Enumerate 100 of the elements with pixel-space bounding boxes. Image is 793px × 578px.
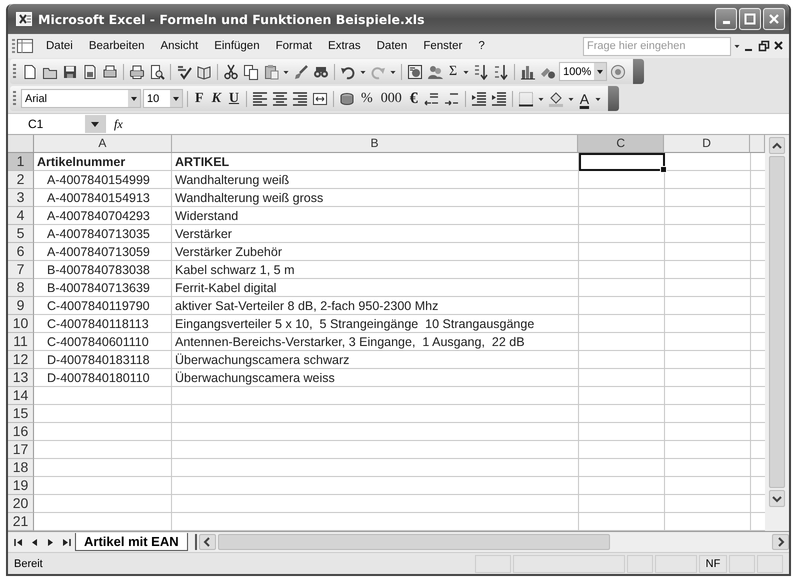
- clipboard-icon[interactable]: [262, 64, 280, 80]
- menu-item[interactable]: ?: [471, 38, 492, 54]
- scroll-right-icon[interactable]: [772, 534, 789, 550]
- table-cell-text: Artikelnummer: [36, 155, 126, 169]
- table-cell-text: Ferrit-Kabel digital: [174, 281, 276, 295]
- row-header[interactable]: 5: [8, 225, 34, 243]
- menu-item[interactable]: Format: [268, 38, 320, 54]
- row-header[interactable]: 14: [8, 387, 34, 405]
- paint-bucket-icon[interactable]: [546, 90, 565, 106]
- scroll-thumb[interactable]: [769, 156, 785, 488]
- horizontal-scrollbar[interactable]: [194, 534, 789, 550]
- sort-ascending-icon[interactable]: [472, 64, 490, 80]
- people-icon[interactable]: [426, 64, 444, 80]
- column-header[interactable]: A: [34, 135, 172, 153]
- scroll-left-icon[interactable]: [198, 534, 216, 550]
- scroll-up-icon[interactable]: [769, 137, 785, 154]
- table-cell-text: Wandhalterung weiß gross: [174, 191, 324, 205]
- row-header[interactable]: 2: [8, 171, 34, 189]
- scissors-icon[interactable]: [222, 64, 240, 80]
- active-cell-frame[interactable]: [579, 153, 665, 171]
- row-header[interactable]: 15: [8, 405, 34, 423]
- name-box[interactable]: C1: [10, 115, 106, 133]
- row-header[interactable]: 11: [8, 333, 34, 351]
- merge-cells-icon[interactable]: [311, 90, 330, 106]
- outdent-icon[interactable]: [470, 90, 488, 106]
- toolbar-button[interactable]: 000: [378, 88, 405, 108]
- row-header[interactable]: 21: [8, 513, 34, 531]
- magnifier-page-icon[interactable]: [148, 64, 166, 80]
- maximize-icon: [744, 13, 756, 25]
- row-header[interactable]: 6: [8, 243, 34, 261]
- spell-check-icon[interactable]: [175, 64, 193, 80]
- minimize-button[interactable]: [715, 8, 737, 30]
- underline-button[interactable]: U: [226, 88, 242, 108]
- row-header[interactable]: 17: [8, 441, 34, 459]
- row-header[interactable]: 9: [8, 297, 34, 315]
- menu-item[interactable]: Datei: [39, 38, 80, 54]
- align-left-icon[interactable]: [251, 90, 270, 106]
- scroll-thumb[interactable]: [218, 534, 610, 550]
- help-search-field[interactable]: Frage hier eingehen: [583, 36, 731, 56]
- increase-decimal-icon[interactable]: [422, 90, 441, 106]
- row-header[interactable]: 16: [8, 423, 34, 441]
- menu-item[interactable]: Bearbeiten: [82, 38, 152, 54]
- row-header[interactable]: 1: [8, 153, 34, 171]
- decrease-decimal-icon[interactable]: [442, 90, 461, 106]
- sort-descending-icon[interactable]: [492, 64, 510, 80]
- restore-icon[interactable]: [757, 38, 771, 54]
- borders-icon[interactable]: [516, 90, 535, 106]
- row-header[interactable]: 7: [8, 261, 34, 279]
- toolbar-button[interactable]: %: [358, 88, 376, 108]
- bold-button[interactable]: F: [192, 88, 207, 108]
- row-header[interactable]: 13: [8, 369, 34, 387]
- toolbar-button[interactable]: Σ: [446, 62, 460, 82]
- copy-icon[interactable]: [242, 64, 260, 80]
- row-header[interactable]: 20: [8, 495, 34, 513]
- toolbar-options-icon[interactable]: [633, 59, 644, 84]
- font-name-field[interactable]: Arial: [21, 89, 141, 108]
- table-cell-text: B-4007840713639: [46, 281, 150, 295]
- toolbar-grip[interactable]: [13, 90, 16, 106]
- menu-item[interactable]: Fenster: [416, 38, 470, 54]
- workbook-icon[interactable]: [17, 39, 33, 53]
- align-center-icon[interactable]: [271, 90, 290, 106]
- row-header[interactable]: 8: [8, 279, 34, 297]
- menu-item[interactable]: Einfügen: [207, 38, 267, 54]
- row-header[interactable]: 4: [8, 207, 34, 225]
- table-cell-text: aktiver Sat-Verteiler 8 dB, 2-fach 950-2300 Mhz: [174, 299, 438, 313]
- vertical-scrollbar[interactable]: [765, 135, 789, 531]
- insert-function-button[interactable]: fx: [114, 116, 123, 132]
- scroll-down-icon[interactable]: [769, 490, 785, 507]
- column-header[interactable]: C: [578, 135, 664, 153]
- align-right-icon[interactable]: [291, 90, 310, 106]
- table-cell-text: C-4007840119790: [46, 299, 150, 313]
- euro-button[interactable]: €: [406, 88, 421, 108]
- printer-icon[interactable]: [128, 64, 146, 80]
- row-header[interactable]: 19: [8, 477, 34, 495]
- font-color-button[interactable]: A: [576, 88, 592, 108]
- toolbar-grip[interactable]: [13, 64, 16, 80]
- paintbrush-icon[interactable]: [292, 64, 310, 80]
- indent-icon[interactable]: [490, 90, 508, 106]
- help-icon[interactable]: [609, 64, 628, 80]
- menu-item[interactable]: Ansicht: [153, 38, 206, 54]
- close-button[interactable]: [763, 8, 785, 30]
- menu-grip[interactable]: [12, 39, 15, 53]
- table-cell-text: D-4007840183118: [46, 353, 150, 367]
- row-header[interactable]: 3: [8, 189, 34, 207]
- row-header[interactable]: 10: [8, 315, 34, 333]
- column-header[interactable]: D: [664, 135, 750, 153]
- zoom-field[interactable]: 100%: [559, 62, 608, 81]
- maximize-button[interactable]: [739, 8, 761, 30]
- font-size-field[interactable]: 10: [143, 89, 183, 108]
- italic-button[interactable]: K: [208, 88, 224, 108]
- toolbar-options-icon[interactable]: [608, 86, 620, 111]
- row-header[interactable]: 12: [8, 351, 34, 369]
- table-cell-text: A-4007840713059: [46, 245, 150, 259]
- row-header[interactable]: 18: [8, 459, 34, 477]
- bar-chart-icon[interactable]: [519, 64, 538, 80]
- menu-item[interactable]: Extras: [321, 38, 368, 54]
- book-icon[interactable]: [195, 64, 213, 80]
- sheet-tab[interactable]: Artikel mit EAN: [75, 533, 188, 551]
- menu-item[interactable]: Daten: [370, 38, 414, 54]
- column-header[interactable]: B: [172, 135, 578, 153]
